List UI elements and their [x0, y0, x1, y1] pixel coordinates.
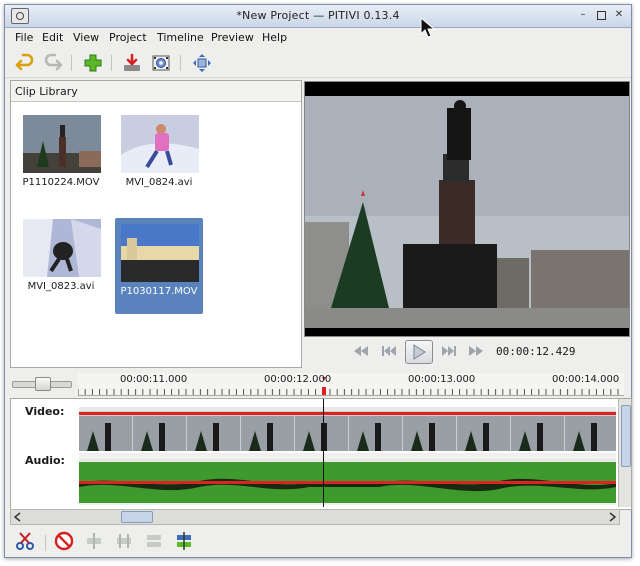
import-clips-icon[interactable]: [83, 53, 103, 73]
timecode-display: 00:00:12.429: [496, 345, 576, 358]
horizontal-scrollbar[interactable]: [10, 509, 620, 525]
main-window: *New Project — PITIVI 0.13.4 – ✕ File Ed…: [4, 4, 632, 558]
audio-track-label: Audio:: [25, 454, 65, 467]
audio-clip[interactable]: [79, 453, 616, 505]
menu-bar: File Edit View Project Timeline Preview …: [5, 28, 631, 48]
clip-name: MVI_0823.avi: [27, 281, 95, 292]
vertical-scrollbar[interactable]: [618, 399, 631, 507]
toolbar-separator: [180, 55, 181, 71]
video-track[interactable]: [79, 407, 618, 451]
video-track-label: Video:: [25, 405, 65, 418]
redo-icon[interactable]: [43, 53, 63, 73]
scroll-left-icon[interactable]: [13, 512, 23, 522]
ruler-label: 00:00:14.000: [552, 374, 620, 385]
ruler-label: 00:00:11.000: [120, 374, 188, 385]
menu-help[interactable]: Help: [262, 31, 287, 44]
preview-frame: [305, 82, 631, 336]
window-title: *New Project — PITIVI 0.13.4: [236, 9, 400, 22]
menu-preview[interactable]: Preview: [211, 31, 254, 44]
clip-name: P1030117.MOV: [120, 286, 198, 297]
time-ruler[interactable]: 00:00:11.000 00:00:12.000 00:00:13.000 0…: [78, 373, 624, 396]
ruler-label: 00:00:12.000: [264, 374, 332, 385]
clip-thumbnail: [23, 219, 101, 277]
menu-view[interactable]: View: [73, 31, 99, 44]
menu-file[interactable]: File: [15, 31, 33, 44]
ungroup-icon[interactable]: [144, 531, 164, 551]
toolbar: [5, 49, 631, 78]
zoom-slider[interactable]: [12, 377, 72, 391]
playhead-line[interactable]: [323, 399, 324, 507]
editing-toolbar: [5, 525, 631, 557]
fast-forward-icon[interactable]: [467, 343, 485, 359]
menu-timeline[interactable]: Timeline: [157, 31, 204, 44]
clip-library-title: Clip Library: [15, 85, 78, 98]
split-icon[interactable]: [15, 531, 35, 551]
maximize-icon[interactable]: [595, 9, 607, 21]
unlink-icon[interactable]: [84, 531, 104, 551]
link-icon[interactable]: [114, 531, 134, 551]
scroll-right-icon[interactable]: [607, 512, 617, 522]
clip-thumbnail: [121, 224, 199, 282]
rewind-icon[interactable]: [352, 343, 370, 359]
audio-track[interactable]: [79, 453, 616, 505]
undo-icon[interactable]: [15, 53, 35, 73]
skip-back-icon[interactable]: [380, 343, 398, 359]
project-settings-icon[interactable]: [151, 53, 171, 73]
clip-item[interactable]: MVI_0824.avi: [115, 109, 203, 205]
render-icon[interactable]: [122, 53, 142, 73]
timeline-ruler-area: 00:00:11.000 00:00:12.000 00:00:13.000 0…: [10, 373, 630, 396]
ruler-label: 00:00:13.000: [408, 374, 476, 385]
video-viewer: [304, 81, 631, 337]
clip-item[interactable]: P1110224.MOV: [17, 109, 105, 205]
clip-name: MVI_0824.avi: [125, 177, 193, 188]
clip-item[interactable]: MVI_0823.avi: [17, 213, 105, 309]
clip-name: P1110224.MOV: [22, 177, 100, 188]
clip-thumbnail: [23, 115, 101, 173]
vertical-scrollbar-thumb[interactable]: [621, 405, 631, 467]
transport-controls: 00:00:12.429: [304, 339, 628, 365]
title-bar: *New Project — PITIVI 0.13.4 – ✕: [5, 5, 631, 28]
video-clip[interactable]: [79, 407, 618, 451]
clip-library-panel: Clip Library P1110224.MOV MVI_0824.avi M…: [10, 80, 302, 368]
horizontal-scrollbar-thumb[interactable]: [121, 511, 153, 523]
mouse-cursor-icon: [420, 17, 436, 38]
toolbar-separator: [71, 55, 72, 71]
play-button[interactable]: [405, 340, 433, 364]
menu-edit[interactable]: Edit: [42, 31, 63, 44]
fullscreen-icon[interactable]: [192, 53, 212, 73]
play-icon: [413, 344, 426, 360]
close-icon[interactable]: ✕: [613, 9, 625, 21]
delete-icon[interactable]: [54, 531, 74, 551]
minimize-icon[interactable]: –: [577, 9, 589, 21]
group-icon[interactable]: [174, 531, 194, 551]
clip-thumbnail: [121, 115, 199, 173]
clip-library-header: Clip Library: [11, 81, 301, 102]
toolbar-separator: [45, 535, 46, 551]
timeline-panel: Video: Audio:: [10, 398, 632, 510]
clip-item-selected[interactable]: P1030117.MOV: [115, 218, 203, 314]
toolbar-separator: [111, 55, 112, 71]
zoom-slider-handle[interactable]: [35, 377, 51, 391]
skip-forward-icon[interactable]: [440, 343, 458, 359]
menu-project[interactable]: Project: [109, 31, 147, 44]
